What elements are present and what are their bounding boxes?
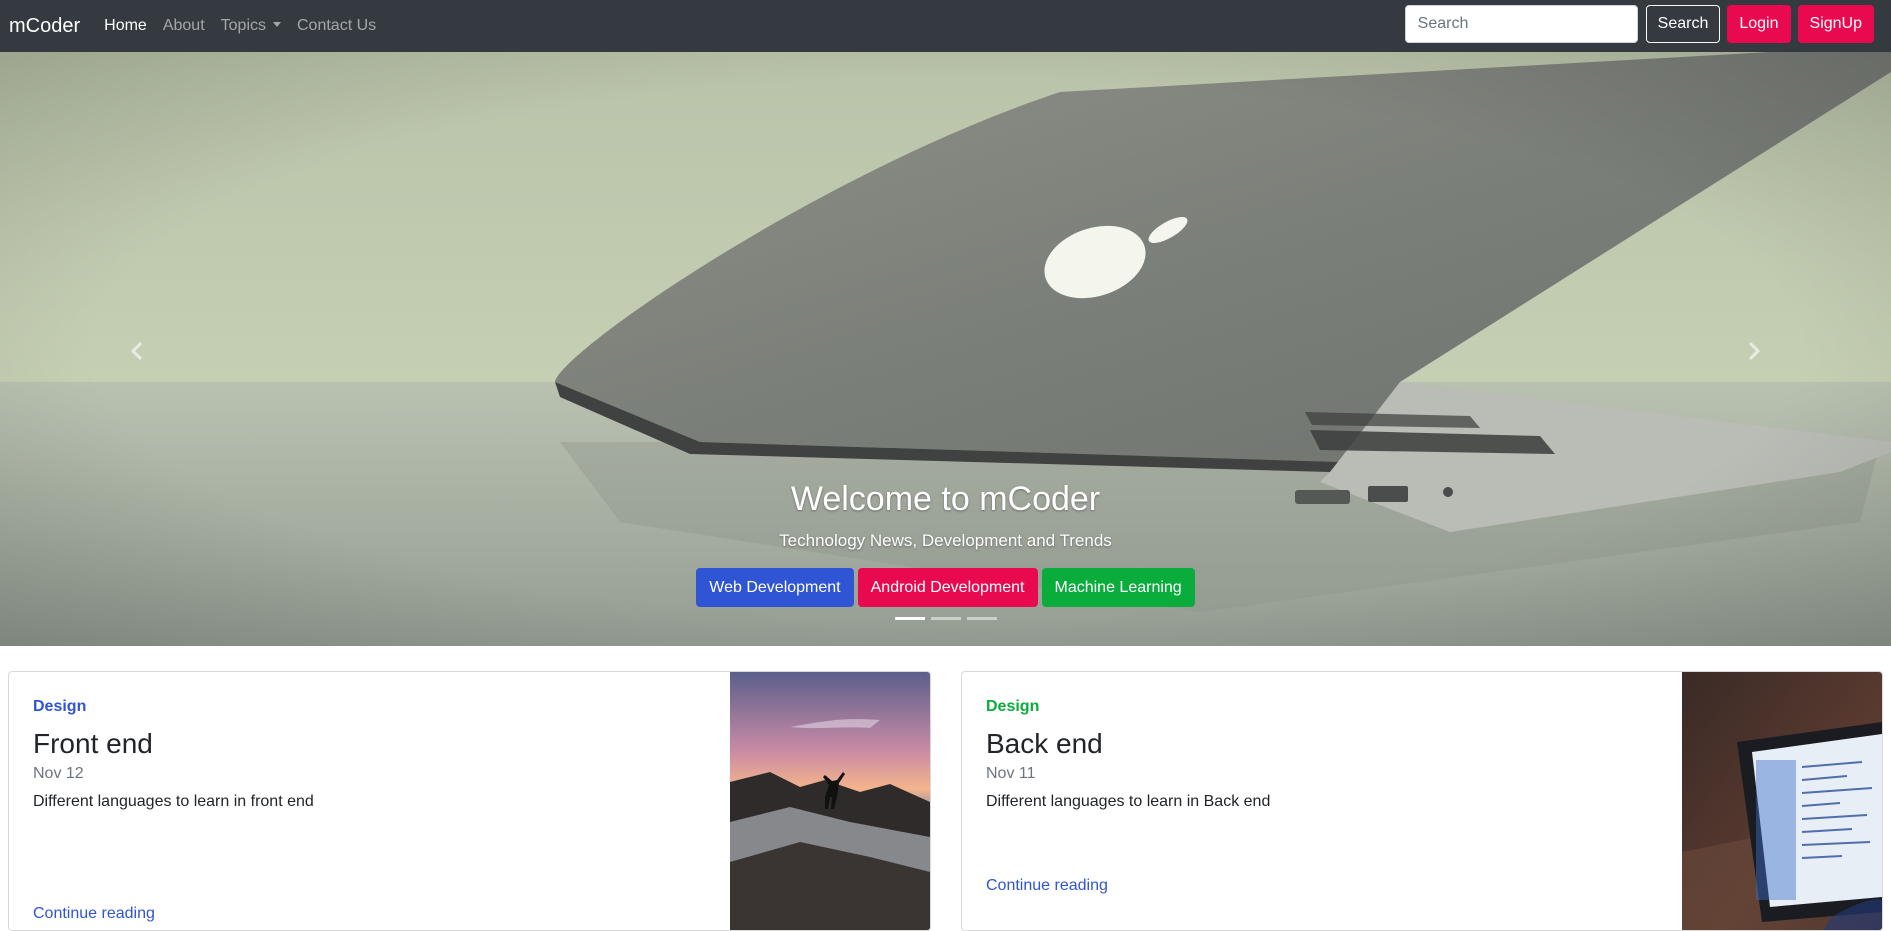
carousel-indicator-2[interactable]	[930, 617, 961, 620]
article-card-back-end: Design Back end Nov 11 Different languag…	[961, 671, 1883, 931]
laptop-hero-image	[0, 52, 1891, 646]
brand-logo[interactable]: mCoder	[9, 15, 80, 38]
card-category: Design	[986, 698, 1040, 715]
card-text: Different languages to learn in front en…	[33, 793, 314, 810]
card-image-laptop-code	[1682, 672, 1882, 930]
android-development-button[interactable]: Android Development	[857, 568, 1038, 607]
nav-links: Home About Topics Contact Us	[104, 17, 392, 35]
nav-link-contact[interactable]: Contact Us	[297, 17, 376, 35]
article-card-front-end: Design Front end Nov 12 Different langua…	[8, 671, 931, 931]
card-date: Nov 11	[986, 765, 1036, 782]
carousel-indicator-3[interactable]	[966, 617, 997, 620]
nav-dropdown-topics-label: Topics	[220, 17, 266, 34]
carousel-indicator-1[interactable]	[894, 617, 925, 620]
web-development-button[interactable]: Web Development	[696, 568, 854, 607]
signup-button[interactable]: SignUp	[1797, 5, 1874, 43]
chevron-right-icon	[1748, 341, 1761, 361]
carousel-prev-button[interactable]	[122, 336, 152, 366]
card-title: Back end	[986, 728, 1103, 759]
hero-carousel: Welcome to mCoder Technology News, Devel…	[0, 52, 1891, 646]
machine-learning-button[interactable]: Machine Learning	[1041, 568, 1195, 607]
nav-link-home[interactable]: Home	[104, 17, 147, 35]
card-title: Front end	[33, 728, 153, 759]
navbar: mCoder Home About Topics Contact Us Sear…	[0, 0, 1891, 52]
search-input[interactable]	[1404, 5, 1638, 43]
continue-reading-link[interactable]: Continue reading	[33, 905, 155, 923]
carousel-next-button[interactable]	[1739, 336, 1769, 366]
card-date: Nov 12	[33, 765, 84, 782]
card-category: Design	[33, 698, 87, 715]
hero-title: Welcome to mCoder	[790, 480, 1101, 518]
card-image-coast	[730, 672, 930, 930]
caret-down-icon	[273, 22, 281, 27]
nav-dropdown-topics[interactable]: Topics	[221, 17, 281, 35]
login-button[interactable]: Login	[1727, 5, 1791, 43]
card-text: Different languages to learn in Back end	[986, 793, 1271, 810]
continue-reading-link[interactable]: Continue reading	[986, 877, 1108, 895]
nav-actions: Search Login SignUp	[1404, 5, 1874, 43]
nav-link-about[interactable]: About	[163, 17, 205, 35]
carousel-indicators	[0, 617, 1891, 620]
hero-button-group: Web Development Android Development Mach…	[0, 568, 1891, 607]
search-button[interactable]: Search	[1645, 5, 1721, 43]
chevron-left-icon	[130, 341, 143, 361]
hero-subtitle: Technology News, Development and Trends	[779, 531, 1112, 550]
